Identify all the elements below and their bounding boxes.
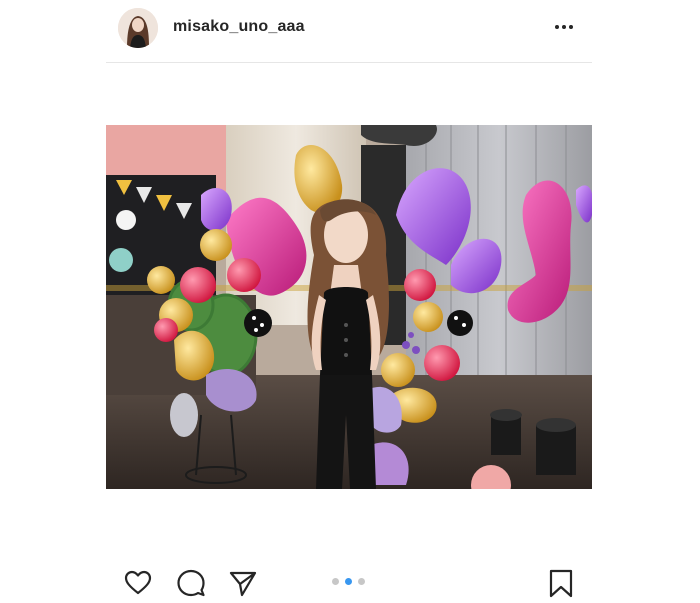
carousel-dot[interactable]	[345, 578, 352, 585]
comment-icon[interactable]	[176, 568, 206, 598]
carousel-indicator	[332, 578, 368, 586]
share-icon[interactable]	[228, 568, 258, 598]
carousel-dot[interactable]	[358, 578, 365, 585]
carousel-dot[interactable]	[332, 578, 339, 585]
bookmark-icon[interactable]	[546, 568, 576, 598]
action-bar	[106, 560, 592, 600]
post-header: misako_uno_aaa	[106, 0, 592, 63]
heart-icon[interactable]	[123, 568, 153, 598]
avatar[interactable]	[118, 8, 158, 48]
more-horizontal-icon[interactable]	[554, 20, 574, 34]
post-photo[interactable]	[106, 125, 592, 489]
username-link[interactable]: misako_uno_aaa	[173, 18, 305, 36]
